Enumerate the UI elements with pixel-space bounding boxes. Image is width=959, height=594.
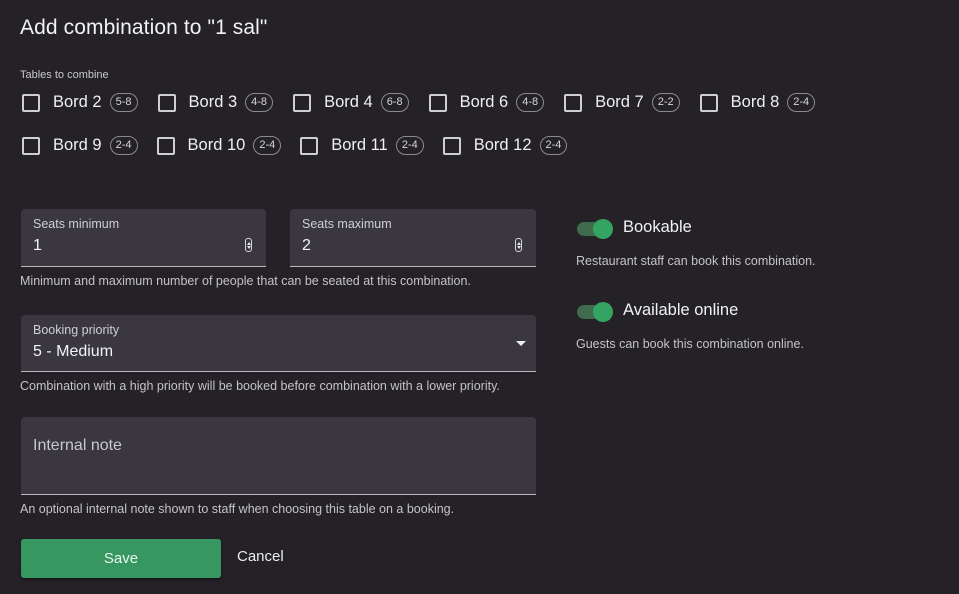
table-name: Bord 2 <box>53 93 102 111</box>
table-option-bord-11[interactable]: Bord 11 2-4 <box>300 136 424 155</box>
table-name: Bord 11 <box>331 136 388 154</box>
table-name: Bord 8 <box>730 93 780 111</box>
table-name: Bord 3 <box>188 93 238 111</box>
toggle-thumb <box>593 219 613 239</box>
seats-helper-text: Minimum and maximum number of people tha… <box>20 274 471 288</box>
number-spinner-icon[interactable] <box>515 238 522 252</box>
checkbox[interactable] <box>442 136 461 155</box>
capacity-badge: 5-8 <box>109 93 138 112</box>
checkbox[interactable] <box>293 93 312 112</box>
booking-priority-value: 5 - Medium <box>33 343 114 360</box>
checkbox[interactable] <box>157 93 176 112</box>
seats-minimum-field[interactable]: Seats minimum 1 <box>21 209 266 267</box>
capacity-badge: 2-4 <box>395 136 424 155</box>
tables-section-label: Tables to combine <box>20 69 109 81</box>
capacity-badge: 2-2 <box>651 93 680 112</box>
table-name: Bord 7 <box>595 93 644 111</box>
seats-minimum-label: Seats minimum <box>33 217 120 231</box>
tables-row-1: Bord 2 5-8 Bord 3 4-8 Bord 4 6-8 Bord 6 … <box>22 93 816 112</box>
internal-note-label: Internal note <box>33 437 122 454</box>
bookable-helper-text: Restaurant staff can book this combinati… <box>576 254 816 268</box>
capacity-badge: 4-8 <box>245 93 274 112</box>
table-option-bord-7[interactable]: Bord 7 2-2 <box>564 93 680 112</box>
table-option-bord-6[interactable]: Bord 6 4-8 <box>428 93 545 112</box>
capacity-badge: 2-4 <box>539 136 568 155</box>
table-option-bord-8[interactable]: Bord 8 2-4 <box>699 93 816 112</box>
table-option-bord-9[interactable]: Bord 9 2-4 <box>22 136 138 155</box>
internal-note-field[interactable]: Internal note <box>21 417 536 495</box>
table-name: Bord 12 <box>473 136 532 154</box>
table-option-bord-3[interactable]: Bord 3 4-8 <box>157 93 274 112</box>
table-option-bord-2[interactable]: Bord 2 5-8 <box>22 93 138 112</box>
capacity-badge: 6-8 <box>380 93 409 112</box>
checkbox[interactable] <box>300 136 319 155</box>
checkbox[interactable] <box>699 93 718 112</box>
booking-priority-select[interactable]: Booking priority 5 - Medium <box>21 315 536 372</box>
table-option-bord-10[interactable]: Bord 10 2-4 <box>156 136 282 155</box>
toggle-thumb <box>593 302 613 322</box>
available-online-helper-text: Guests can book this combination online. <box>576 337 804 351</box>
dialog-title: Add combination to "1 sal" <box>20 16 268 39</box>
save-button[interactable]: Save <box>21 539 221 578</box>
seats-maximum-input[interactable]: 2 <box>302 237 311 255</box>
checkbox[interactable] <box>564 93 583 112</box>
booking-priority-label: Booking priority <box>33 323 120 337</box>
dropdown-arrow-icon[interactable] <box>516 341 526 346</box>
number-spinner-icon[interactable] <box>245 238 252 252</box>
table-option-bord-12[interactable]: Bord 12 2-4 <box>442 136 568 155</box>
seats-maximum-label: Seats maximum <box>302 217 392 231</box>
cancel-button[interactable]: Cancel <box>237 548 284 565</box>
checkbox[interactable] <box>22 93 40 112</box>
capacity-badge: 2-4 <box>109 136 138 155</box>
note-helper-text: An optional internal note shown to staff… <box>20 502 455 516</box>
available-online-label: Available online <box>623 301 739 319</box>
seats-maximum-field[interactable]: Seats maximum 2 <box>290 209 536 267</box>
checkbox[interactable] <box>156 136 175 155</box>
capacity-badge: 2-4 <box>253 136 282 155</box>
checkbox[interactable] <box>428 93 447 112</box>
bookable-label: Bookable <box>623 218 692 236</box>
checkbox[interactable] <box>22 136 40 155</box>
seats-minimum-input[interactable]: 1 <box>33 237 42 255</box>
table-name: Bord 6 <box>459 93 509 111</box>
table-name: Bord 4 <box>324 93 373 111</box>
capacity-badge: 4-8 <box>516 93 545 112</box>
table-name: Bord 10 <box>187 136 246 154</box>
capacity-badge: 2-4 <box>787 93 816 112</box>
table-option-bord-4[interactable]: Bord 4 6-8 <box>293 93 409 112</box>
bookable-toggle[interactable] <box>577 218 615 239</box>
table-name: Bord 9 <box>53 136 102 154</box>
priority-helper-text: Combination with a high priority will be… <box>20 379 500 393</box>
available-online-toggle[interactable] <box>577 301 615 322</box>
tables-row-2: Bord 9 2-4 Bord 10 2-4 Bord 11 2-4 Bord … <box>22 136 568 155</box>
